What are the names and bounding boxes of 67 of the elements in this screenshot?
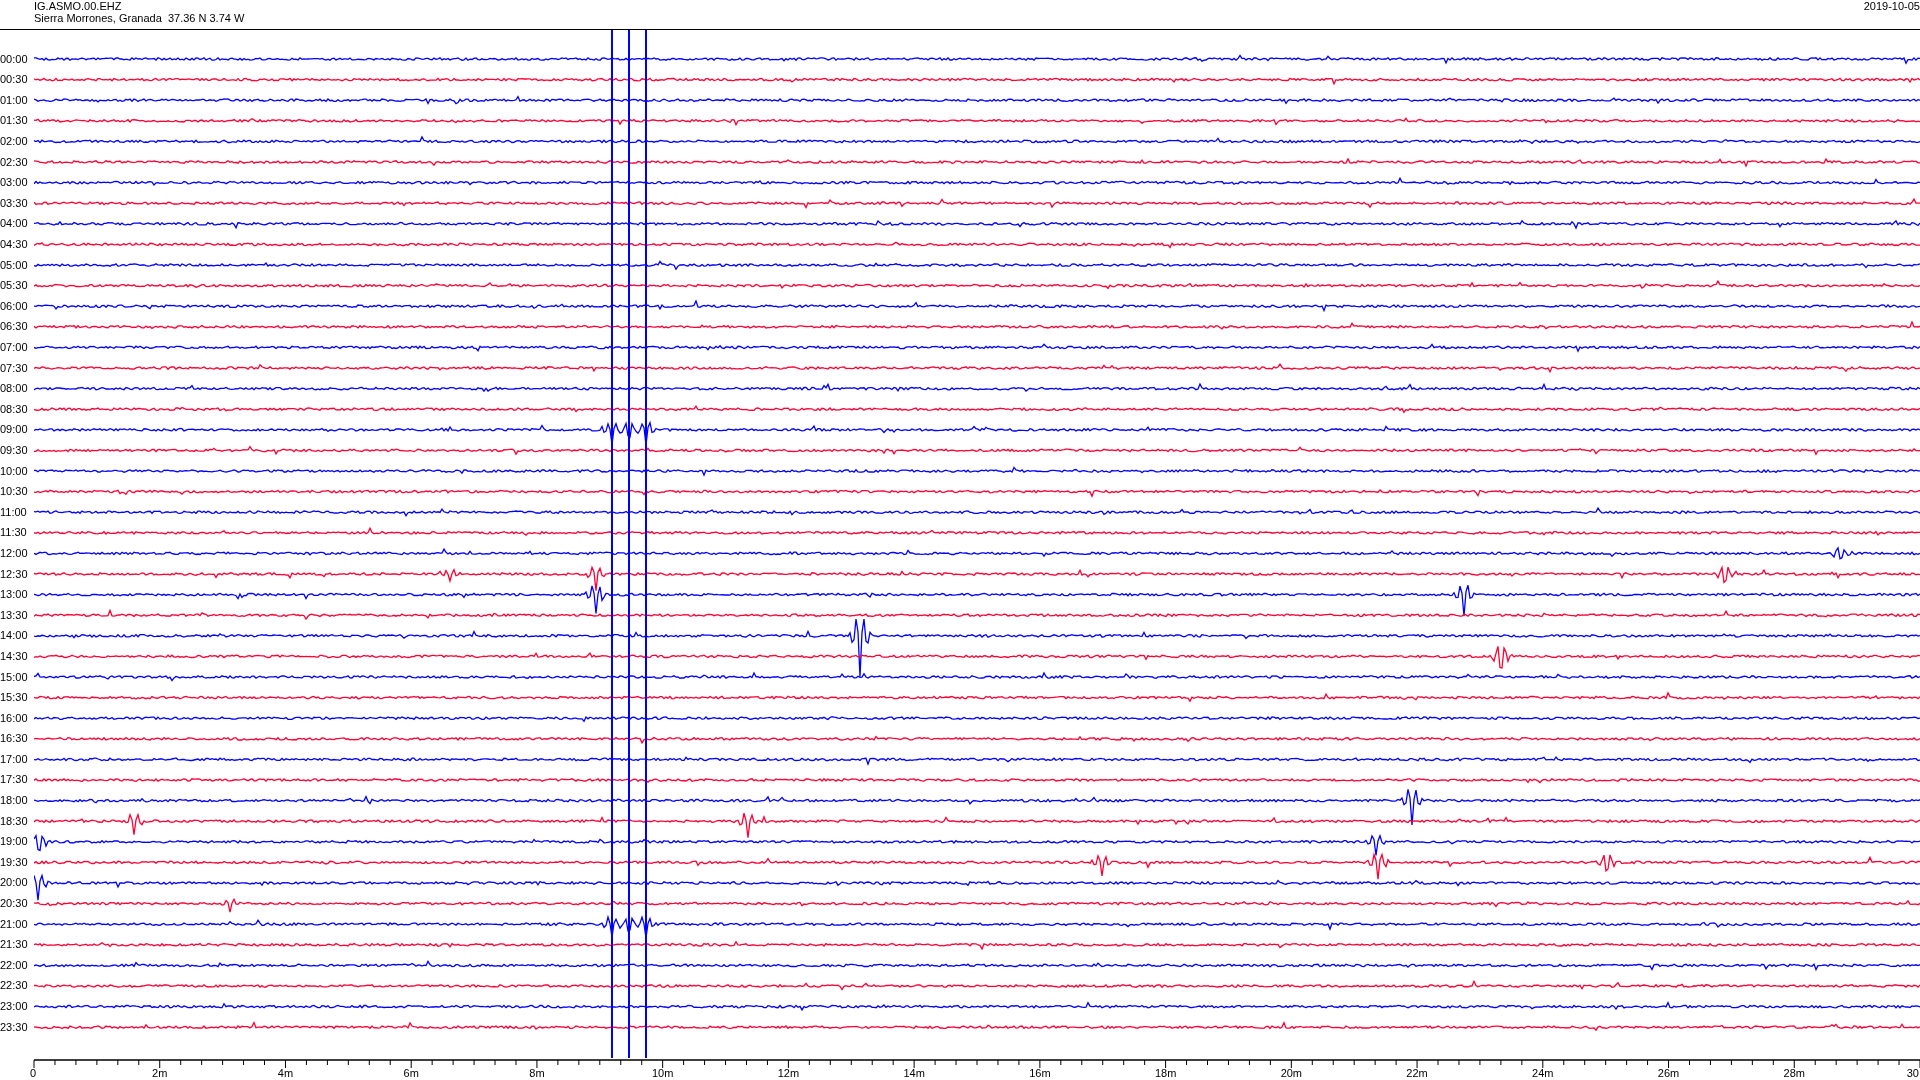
axis-tick-label: 0 xyxy=(30,1067,37,1079)
row-time-label: 15:30 xyxy=(0,690,29,706)
axis-tick-label: 10m xyxy=(651,1067,674,1079)
row-time-label: 07:00 xyxy=(0,340,29,355)
axis-tick-label: 28m xyxy=(1783,1067,1805,1079)
row-time-label: 15:00 xyxy=(0,669,29,685)
row-time-label: 22:00 xyxy=(0,957,29,973)
row-time-label: 03:30 xyxy=(0,195,29,211)
row-time-label: 09:00 xyxy=(0,422,29,438)
row-time-label: 23:00 xyxy=(0,999,29,1014)
axis-tick-label: 12m xyxy=(777,1067,800,1079)
row-time-label: 09:30 xyxy=(0,442,29,458)
axis-tick-label: 8m xyxy=(529,1067,545,1079)
row-time-label: 01:00 xyxy=(0,92,29,108)
row-time-label: 12:30 xyxy=(0,566,29,582)
date-label: 2019-10-05 xyxy=(1863,0,1920,12)
axis-tick-label: 20m xyxy=(1280,1067,1303,1079)
row-time-label: 11:00 xyxy=(0,504,28,520)
row-time-label: 19:30 xyxy=(0,854,29,870)
row-time-label: 11:30 xyxy=(0,525,28,541)
row-time-label: 18:00 xyxy=(0,793,29,809)
row-time-label: 23:30 xyxy=(0,1019,29,1035)
row-time-label: 16:30 xyxy=(0,731,29,747)
row-time-label: 20:00 xyxy=(0,875,29,891)
row-time-label: 10:00 xyxy=(0,463,29,479)
row-time-label: 05:00 xyxy=(0,257,29,273)
station-code: IG.ASMO.00.EHZ xyxy=(34,0,123,12)
row-time-label: 03:00 xyxy=(0,175,29,191)
row-time-label: 06:00 xyxy=(0,298,29,314)
row-time-label: 13:30 xyxy=(0,607,29,623)
row-time-label: 08:30 xyxy=(0,401,29,417)
axis-tick-label: 22m xyxy=(1406,1067,1428,1079)
axis-tick-label: 6m xyxy=(403,1067,419,1079)
row-time-label: 01:30 xyxy=(0,113,29,129)
row-time-label: 19:00 xyxy=(0,834,29,850)
axis-tick-label: 30 xyxy=(1906,1067,1919,1079)
row-time-label: 14:30 xyxy=(0,648,29,664)
row-time-label: 05:30 xyxy=(0,278,29,294)
row-time-label: 02:00 xyxy=(0,134,29,150)
row-time-label: 14:00 xyxy=(0,628,29,644)
axis-tick-label: 14m xyxy=(903,1067,925,1079)
axis-tick-label: 26m xyxy=(1657,1067,1680,1079)
axis-tick-label: 2m xyxy=(152,1067,168,1079)
station-location: Sierra Morrones, Granada 37.36 N 3.74 W xyxy=(34,12,245,24)
row-time-label: 00:30 xyxy=(0,72,29,88)
row-time-label: 00:00 xyxy=(0,51,29,67)
row-time-label: 17:30 xyxy=(0,772,29,788)
axis-tick-label: 16m xyxy=(1029,1067,1051,1079)
row-time-label: 10:30 xyxy=(0,484,29,500)
row-time-label: 13:00 xyxy=(0,587,29,603)
axis-tick-label: 24m xyxy=(1532,1067,1554,1079)
axis-tick-label: 4m xyxy=(277,1067,294,1079)
row-time-label: 04:00 xyxy=(0,216,29,232)
row-time-label: 21:00 xyxy=(0,916,29,932)
row-time-label: 04:30 xyxy=(0,237,29,253)
row-time-label: 18:30 xyxy=(0,813,29,829)
row-time-label: 16:00 xyxy=(0,710,29,726)
row-time-label: 20:30 xyxy=(0,896,29,912)
row-time-label: 02:30 xyxy=(0,154,29,170)
row-time-label: 21:30 xyxy=(0,937,29,953)
row-time-label: 07:30 xyxy=(0,360,29,376)
row-time-label: 08:00 xyxy=(0,381,29,397)
row-time-label: 12:00 xyxy=(0,545,29,561)
row-time-label: 06:30 xyxy=(0,319,29,335)
axis-tick-label: 18m xyxy=(1154,1067,1177,1079)
row-time-label: 17:00 xyxy=(0,751,29,767)
row-time-label: 22:30 xyxy=(0,978,29,994)
